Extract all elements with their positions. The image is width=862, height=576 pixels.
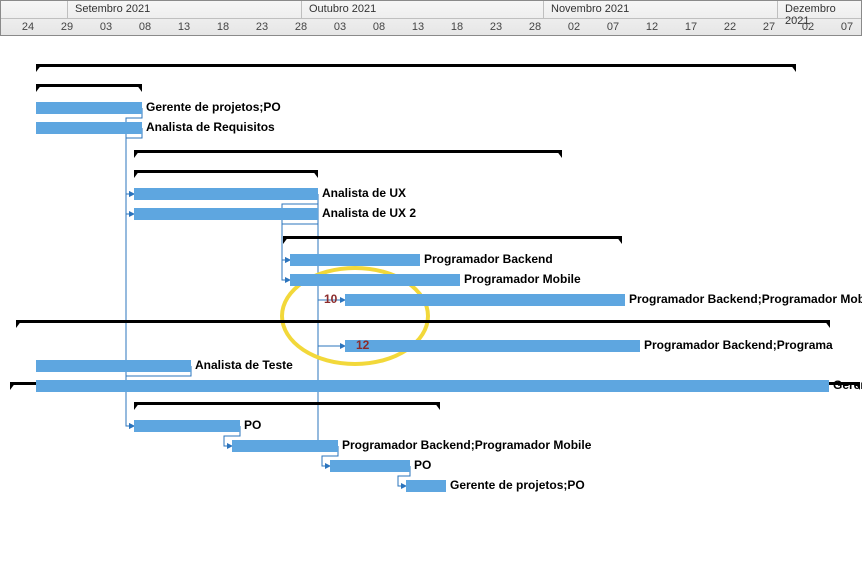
gantt-timeline-header: Setembro 2021Outubro 2021Novembro 2021De…: [0, 0, 862, 36]
summary-bar[interactable]: [16, 320, 830, 328]
day-label: 27: [763, 21, 775, 33]
day-label: 18: [217, 21, 229, 33]
day-label: 29: [61, 21, 73, 33]
task-label: Analista de Requisitos: [146, 120, 275, 134]
task-bar[interactable]: [330, 460, 410, 472]
summary-bar[interactable]: [283, 236, 622, 244]
task-label: Gerente de projetos;PO: [146, 100, 281, 114]
day-label: 07: [841, 21, 853, 33]
summary-bar[interactable]: [36, 64, 796, 72]
dependency-lines: [0, 36, 862, 576]
month-label: Outubro 2021: [309, 3, 376, 15]
month-label: Setembro 2021: [75, 3, 150, 15]
day-label: 13: [178, 21, 190, 33]
task-label: Analista de UX: [322, 186, 406, 200]
task-bar[interactable]: [345, 340, 640, 352]
day-label: 28: [529, 21, 541, 33]
day-label: 22: [724, 21, 736, 33]
day-label: 23: [490, 21, 502, 33]
month-row: Setembro 2021Outubro 2021Novembro 2021De…: [1, 1, 861, 19]
task-bar[interactable]: [232, 440, 338, 452]
task-bar[interactable]: [290, 254, 420, 266]
day-label: 08: [139, 21, 151, 33]
task-label: PO: [414, 458, 431, 472]
summary-bar[interactable]: [134, 150, 562, 158]
annotation-label: 12: [356, 338, 369, 352]
day-label: 13: [412, 21, 424, 33]
day-label: 17: [685, 21, 697, 33]
day-label: 24: [22, 21, 34, 33]
task-bar[interactable]: [134, 188, 318, 200]
task-bar[interactable]: [134, 208, 318, 220]
day-row: 24 29 03 08 13 18 23 28 03 08 13 18 23 28 02 07 12 17 22 27…: [1, 19, 861, 37]
task-bar[interactable]: [36, 102, 142, 114]
gantt-chart-area[interactable]: Gerente de projetos;PO Analista de Requis…: [0, 36, 862, 576]
task-label: Programador Backend;Programador Mobile: [342, 438, 591, 452]
task-bar[interactable]: [36, 360, 191, 372]
task-label: Programador Backend;Programa: [644, 338, 833, 352]
day-label: 02: [568, 21, 580, 33]
month-label: Novembro 2021: [551, 3, 629, 15]
task-label: Gerente de projetos;PO: [450, 478, 585, 492]
annotation-label: 10: [324, 292, 337, 306]
day-label: 18: [451, 21, 463, 33]
task-label: Programador Backend: [424, 252, 553, 266]
day-label: 28: [295, 21, 307, 33]
day-label: 23: [256, 21, 268, 33]
day-label: 12: [646, 21, 658, 33]
day-label: 03: [334, 21, 346, 33]
task-label: Programador Backend;Programador Mob: [629, 292, 862, 306]
task-bar[interactable]: [290, 274, 460, 286]
task-label: Analista de UX 2: [322, 206, 416, 220]
summary-bar[interactable]: [134, 170, 318, 178]
day-label: 03: [100, 21, 112, 33]
summary-bar[interactable]: [36, 84, 142, 92]
task-bar[interactable]: [345, 294, 625, 306]
task-bar[interactable]: [134, 420, 240, 432]
day-label: 02: [802, 21, 814, 33]
task-label: Gerente: [833, 378, 862, 392]
task-label: Analista de Teste: [195, 358, 293, 372]
day-label: 07: [607, 21, 619, 33]
task-label: PO: [244, 418, 261, 432]
task-bar[interactable]: [36, 380, 829, 392]
day-label: 08: [373, 21, 385, 33]
summary-bar[interactable]: [134, 402, 440, 410]
task-label: Programador Mobile: [464, 272, 581, 286]
task-bar[interactable]: [406, 480, 446, 492]
task-bar[interactable]: [36, 122, 142, 134]
